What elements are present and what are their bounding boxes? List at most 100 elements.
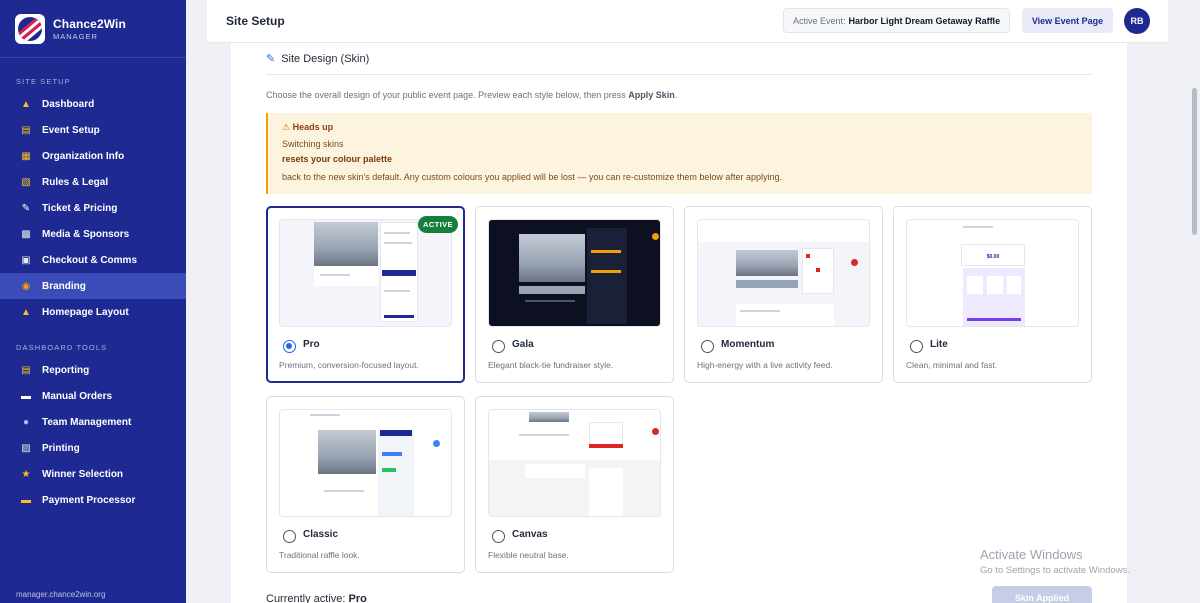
skin-name: Lite [930,339,948,350]
sidebar-item-label: Reporting [42,364,90,376]
view-event-page-button[interactable]: View Event Page [1022,8,1113,33]
skin-name: Gala [512,339,534,350]
sidebar-item-label: Winner Selection [42,468,124,480]
sidebar-item-dashboard[interactable]: ▲ Dashboard [0,91,186,117]
sidebar-item-manual-orders[interactable]: ▬ Manual Orders [0,383,186,409]
skin-card-lite[interactable]: $0.00 Lite Clean, minimal and fast. [893,206,1092,383]
section-heading-text: Site Design (Skin) [281,52,370,65]
skin-card-classic[interactable]: Classic Traditional raffle look. [266,396,465,573]
site-setup-section-label: SITE SETUP [16,77,71,86]
alert-title: ⚠ Heads up [282,122,1092,133]
accent-dot [433,440,440,447]
brand[interactable]: Chance2Win MANAGER [0,0,186,58]
sidebar-item-payment-processor[interactable]: ▬ Payment Processor [0,487,186,513]
building-icon: ▦ [21,150,31,162]
team-icon: ● [22,416,30,428]
skin-radio-classic[interactable] [283,530,296,543]
sidebar-item-label: Ticket & Pricing [42,202,118,214]
intro-prefix: Choose the overall design of your public… [266,90,626,100]
intro-text: Choose the overall design of your public… [266,90,677,100]
sidebar-item-label: Manual Orders [42,390,113,402]
sidebar-item-winner-selection[interactable]: ★ Winner Selection [0,461,186,487]
sidebar-item-label: Rules & Legal [42,176,109,188]
skin-radio-pro[interactable] [283,340,296,353]
paintbrush-icon: ✎ [266,53,276,65]
sidebar-item-event-setup[interactable]: ▤ Event Setup [0,117,186,143]
section-heading: ✎ Site Design (Skin) [266,52,370,66]
skin-preview-gala [488,219,661,327]
sidebar-item-branding[interactable]: ◉ Branding [0,273,186,299]
skin-name: Canvas [512,529,548,540]
sidebar-item-ticket-pricing[interactable]: ✎ Ticket & Pricing [0,195,186,221]
active-event-chip: Active Event: Harbor Light Dream Getaway… [783,8,1011,33]
skin-radio-lite[interactable] [910,340,923,353]
main-panel: ✎ Site Design (Skin) Choose the overall … [231,43,1127,603]
skin-card-canvas[interactable]: Canvas Flexible neutral base. [475,396,674,573]
skin-radio-gala[interactable] [492,340,505,353]
accent-dot [652,428,659,435]
home-icon: ▲ [21,306,31,318]
minus-icon: ▬ [21,390,31,402]
skin-preview-momentum [697,219,870,327]
sidebar-item-organization-info[interactable]: ▦ Organization Info [0,143,186,169]
sidebar-item-team-management[interactable]: ● Team Management [0,409,186,435]
skin-preview-classic [279,409,452,517]
skin-card-momentum[interactable]: Momentum High-energy with a live activit… [684,206,883,383]
sidebar-item-checkout-comms[interactable]: ▣ Checkout & Comms [0,247,186,273]
sidebar-item-rules-legal[interactable]: ▧ Rules & Legal [0,169,186,195]
accent-dot [851,259,858,266]
skin-description: Traditional raffle look. [279,550,360,560]
page-scrollbar[interactable] [1190,0,1200,603]
skin-preview-canvas [488,409,661,517]
skin-name: Momentum [721,339,775,350]
scrollbar-thumb[interactable] [1192,88,1197,235]
intro-action: Apply Skin [628,90,675,100]
skin-card-pro[interactable]: ACTIVE Pro Premium, conversion-focused l… [266,206,465,383]
active-event-label: Active Event: [793,15,846,26]
sidebar-item-label: Printing [42,442,80,454]
sidebar-item-label: Dashboard [42,98,95,110]
dashboard-tools-section-label: DASHBOARD TOOLS [16,343,108,352]
skin-name: Pro [303,339,320,350]
alert-line-bold: resets your colour palette [282,154,393,164]
printer-icon: ▨ [21,442,31,454]
skin-description: Clean, minimal and fast. [906,360,998,370]
sidebar-item-label: Payment Processor [42,494,136,506]
skin-applied-button[interactable]: Skin Applied [992,586,1092,603]
divider [266,74,1092,75]
skin-description: Premium, conversion-focused layout. [279,360,419,370]
skin-radio-canvas[interactable] [492,530,505,543]
sidebar-item-printing[interactable]: ▨ Printing [0,435,186,461]
avatar[interactable]: RB [1124,8,1150,34]
watermark-line: Activate Windows [980,547,1083,562]
alert-title-text: Heads up [292,122,334,132]
pencil-icon: ✎ [21,202,31,214]
page-title: Site Setup [226,14,285,28]
palette-icon: ◉ [21,280,31,292]
sidebar-item-media-sponsors[interactable]: ▩ Media & Sponsors [0,221,186,247]
skin-preview-lite: $0.00 [906,219,1079,327]
skin-radio-momentum[interactable] [701,340,714,353]
chart-icon: ▤ [21,364,31,376]
skin-description: High-energy with a live activity feed. [697,360,833,370]
intro-suffix: . [674,90,678,100]
top-bar: Site Setup Active Event: Harbor Light Dr… [207,0,1168,43]
sidebar-item-label: Checkout & Comms [42,254,138,266]
sidebar-item-label: Organization Info [42,150,125,162]
skin-description: Flexible neutral base. [488,550,569,560]
card-icon: ▬ [21,494,31,506]
currently-active-label: Currently active: [266,593,346,603]
alert-line: back to the new skin's default. Any cust… [282,172,782,182]
sidebar-item-label: Homepage Layout [42,306,129,318]
skin-card-gala[interactable]: Gala Elegant black-tie fundraiser style. [475,206,674,383]
sidebar-item-reporting[interactable]: ▤ Reporting [0,357,186,383]
image-icon: ▩ [21,228,31,240]
scroll-icon: ▧ [21,176,31,188]
sidebar-item-label: Media & Sponsors [42,228,130,240]
sidebar-item-homepage-layout[interactable]: ▲ Homepage Layout [0,299,186,325]
sidebar-footer-url[interactable]: manager.chance2win.org [16,590,105,599]
cart-icon: ▣ [21,254,31,266]
sidebar-item-label: Team Management [42,416,132,428]
sidebar-item-label: Branding [42,280,86,292]
heads-up-alert: ⚠ Heads up Switching skins resets your c… [266,113,1092,194]
